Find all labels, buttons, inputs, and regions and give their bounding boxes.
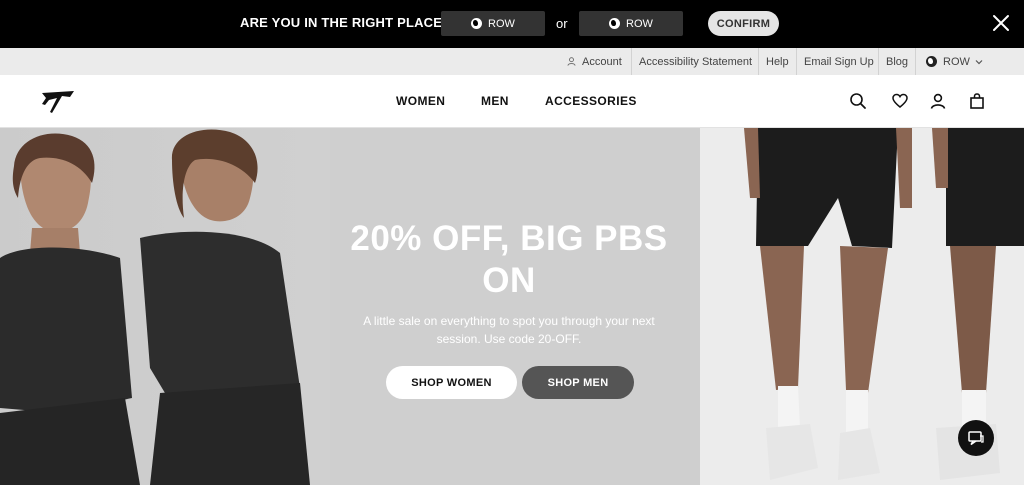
main-nav: WOMEN MEN ACCESSORIES [0, 75, 1024, 128]
hero-headline: 20% OFF, BIG PBS ON [320, 218, 698, 302]
person-icon [567, 57, 576, 66]
hero-headline-line: 20% OFF, BIG PBS [350, 219, 668, 258]
region-question: ARE YOU IN THE RIGHT PLACE? [240, 15, 451, 30]
hero-subtext: A little sale on everything to spot you … [350, 312, 668, 348]
shop-women-button[interactable]: SHOP WOMEN [386, 366, 517, 399]
close-icon[interactable] [990, 12, 1012, 34]
hero-subtext-line: session. Use code 20-OFF. [436, 332, 582, 346]
region-option-label: ROW [488, 17, 515, 30]
region-selector-label: ROW [943, 55, 970, 68]
hero-banner: 20% OFF, BIG PBS ON A little sale on eve… [0, 128, 1024, 485]
region-selector[interactable]: ROW [926, 48, 983, 75]
chat-icon [968, 431, 984, 446]
nav-women[interactable]: WOMEN [396, 94, 445, 108]
divider [915, 48, 916, 75]
blog-link[interactable]: Blog [886, 48, 908, 75]
divider [878, 48, 879, 75]
divider [796, 48, 797, 75]
divider [631, 48, 632, 75]
globe-icon [926, 56, 937, 67]
region-option-label: ROW [626, 17, 653, 30]
bag-icon[interactable] [968, 92, 986, 110]
globe-icon [471, 18, 483, 29]
region-banner: ARE YOU IN THE RIGHT PLACE? ROW or ROW C… [0, 0, 1024, 48]
account-label: Account [582, 55, 622, 68]
user-icon[interactable] [929, 92, 947, 110]
heart-icon[interactable] [891, 92, 909, 110]
confirm-button[interactable]: CONFIRM [708, 11, 779, 36]
brand-logo[interactable] [40, 88, 76, 116]
region-or-text: or [556, 16, 568, 31]
divider [758, 48, 759, 75]
hero-subtext-line: A little sale on everything to spot you … [363, 314, 655, 328]
chat-button[interactable] [958, 420, 994, 456]
region-option-button[interactable]: ROW [441, 11, 545, 36]
account-link[interactable]: Account [567, 48, 622, 75]
nav-accessories[interactable]: ACCESSORIES [545, 94, 637, 108]
hero-image-women [0, 128, 330, 485]
help-link[interactable]: Help [766, 48, 789, 75]
region-option-button-alt[interactable]: ROW [579, 11, 683, 36]
nav-men[interactable]: MEN [481, 94, 509, 108]
email-signup-link[interactable]: Email Sign Up [804, 48, 874, 75]
chevron-down-icon [975, 59, 983, 64]
globe-icon [609, 18, 621, 29]
search-icon[interactable] [849, 92, 867, 110]
accessibility-link[interactable]: Accessibility Statement [639, 48, 752, 75]
utility-nav: Account Accessibility Statement Help Ema… [0, 48, 1024, 75]
hero-headline-line: ON [482, 261, 536, 300]
shop-men-button[interactable]: SHOP MEN [522, 366, 634, 399]
